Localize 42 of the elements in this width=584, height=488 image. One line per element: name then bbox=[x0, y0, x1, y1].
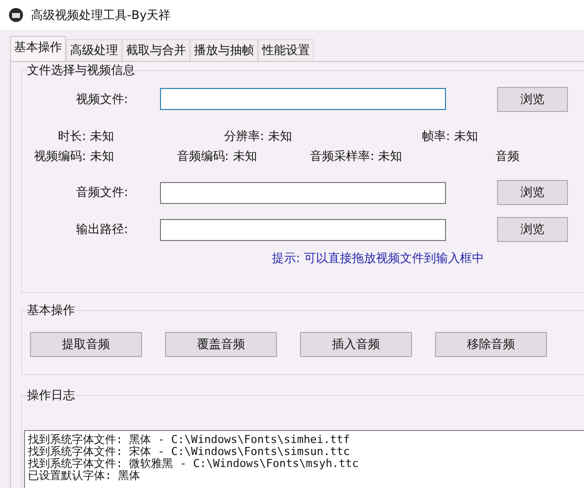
log-area[interactable]: 找到系统字体文件: 黑体 - C:\Windows\Fonts\simhei.ttf 找到系统字体文件: 宋体 - C:\Windows\Fonts\simsun.ttc 找到系统字体文件: 微软雅黑 - C:\Windows\Fonts\msyh.ttc 已设置默认字体: 黑体 bbox=[24, 430, 584, 488]
info-label: 音频采样率: bbox=[309, 148, 374, 164]
group-title: 操作日志 bbox=[27, 387, 75, 404]
info-value: 未知 bbox=[232, 148, 258, 164]
app-icon bbox=[9, 8, 23, 22]
info-value: 未知 bbox=[90, 128, 115, 144]
info-label: 帧率: bbox=[420, 128, 450, 144]
group-title: 文件选择与视频信息 bbox=[27, 62, 135, 79]
tab[interactable]: 播放与抽帧 bbox=[190, 39, 258, 61]
info-value: 未知 bbox=[378, 148, 404, 164]
input-field[interactable] bbox=[160, 182, 446, 204]
field-label: 输出路径: bbox=[74, 221, 128, 238]
tab[interactable]: 截取与合并 bbox=[122, 39, 190, 61]
info-label: 分辨率: bbox=[222, 128, 264, 144]
hint-text: 提示: 可以直接拖放视频文件到输入框中 bbox=[272, 251, 484, 265]
group-title: 基本操作 bbox=[27, 302, 75, 319]
tab[interactable]: 基本操作 bbox=[10, 36, 66, 61]
info-label: 音频 bbox=[494, 148, 520, 164]
browse-button[interactable]: 浏览 bbox=[497, 180, 568, 205]
action-button[interactable]: 提取音频 bbox=[30, 332, 142, 357]
tab[interactable]: 性能设置 bbox=[258, 39, 314, 61]
log-line: 找到系统字体文件: 微软雅黑 - C:\Windows\Fonts\msyh.ttc bbox=[28, 458, 360, 470]
input-field[interactable] bbox=[160, 88, 446, 110]
input-field[interactable] bbox=[160, 218, 446, 240]
field-label: 视频文件: bbox=[74, 90, 128, 108]
info-value: 未知 bbox=[454, 128, 479, 144]
action-button[interactable]: 插入音频 bbox=[300, 332, 412, 357]
browse-button[interactable]: 浏览 bbox=[497, 86, 568, 112]
info-value: 未知 bbox=[268, 128, 293, 144]
log-line: 找到系统字体文件: 黑体 - C:\Windows\Fonts\simhei.ttf bbox=[28, 434, 351, 446]
action-button[interactable]: 移除音频 bbox=[435, 332, 547, 357]
log-line: 已设置默认字体: 黑体 bbox=[28, 470, 142, 482]
info-value: 未知 bbox=[90, 148, 115, 164]
info-label: 时长: bbox=[56, 128, 86, 144]
browse-button[interactable]: 浏览 bbox=[497, 217, 568, 242]
field-label: 音频文件: bbox=[74, 184, 128, 201]
info-label: 音频编码: bbox=[176, 148, 229, 164]
info-label: 视频编码: bbox=[32, 148, 86, 164]
window-title: 高级视频处理工具-By天祥 bbox=[31, 6, 171, 24]
action-button[interactable]: 覆盖音频 bbox=[165, 332, 277, 357]
tab[interactable]: 高级处理 bbox=[66, 39, 122, 61]
log-line: 找到系统字体文件: 宋体 - C:\Windows\Fonts\simsun.ttc bbox=[28, 446, 351, 458]
